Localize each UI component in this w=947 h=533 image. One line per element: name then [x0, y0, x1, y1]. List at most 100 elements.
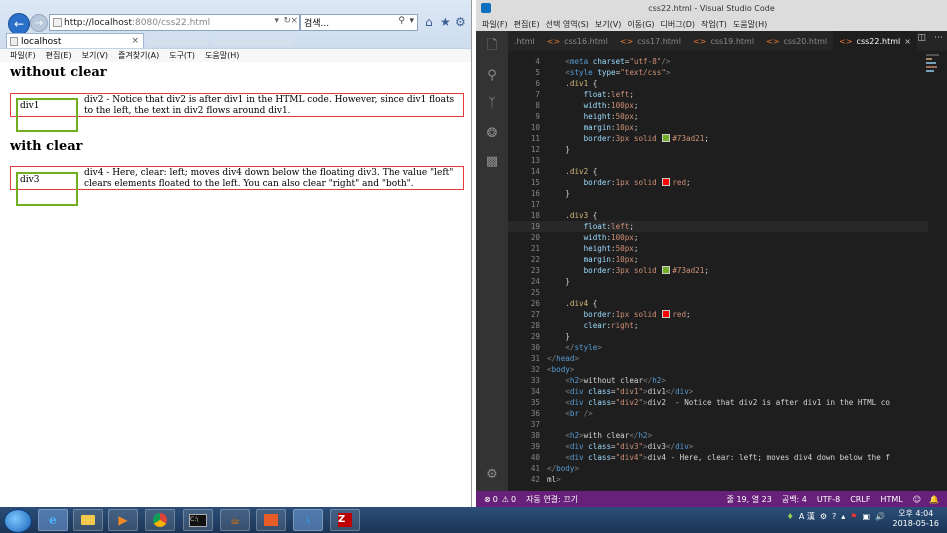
- code-line[interactable]: 29 }: [508, 331, 928, 342]
- source-control-icon[interactable]: ᛉ: [484, 95, 500, 111]
- vs-menu-selection[interactable]: 선택 영역(S): [546, 19, 589, 30]
- home-icon[interactable]: ⌂: [425, 15, 433, 29]
- display-icon[interactable]: ▣: [862, 512, 870, 521]
- tab-css20[interactable]: <> css20.html: [760, 31, 833, 51]
- code-line[interactable]: 21 height:50px;: [508, 243, 928, 254]
- code-line[interactable]: 31 </head>: [508, 353, 928, 364]
- more-actions-icon[interactable]: ⋯: [934, 33, 943, 43]
- code-line[interactable]: 33 <h2>without clear</h2>: [508, 375, 928, 386]
- ime-indicator[interactable]: A 漢: [799, 511, 815, 522]
- code-line[interactable]: 34 <div class="div1">div1</div>: [508, 386, 928, 397]
- show-hidden-icons[interactable]: ▴: [841, 512, 845, 521]
- warning-count[interactable]: 0: [511, 495, 516, 504]
- vs-menu-file[interactable]: 파일(F): [482, 19, 508, 30]
- error-count[interactable]: 0: [493, 495, 498, 504]
- code-line[interactable]: 38 <h2>with clear</h2>: [508, 430, 928, 441]
- vs-menu-tasks[interactable]: 작업(T): [701, 19, 727, 30]
- tab-css19[interactable]: <> css19.html: [687, 31, 760, 51]
- code-line[interactable]: 26 .div4 {: [508, 298, 928, 309]
- code-line[interactable]: 5 <style type="text/css">: [508, 67, 928, 78]
- search-dropdown-icon[interactable]: ▾: [409, 16, 414, 26]
- code-line[interactable]: 14 .div2 {: [508, 166, 928, 177]
- language-icon[interactable]: ♦: [787, 512, 794, 521]
- stop-icon[interactable]: ×: [290, 16, 298, 26]
- dropdown-icon[interactable]: ▾: [274, 16, 279, 26]
- error-icon[interactable]: ⊗: [484, 495, 491, 504]
- back-button[interactable]: ←: [8, 13, 30, 35]
- code-line[interactable]: 7 float:left;: [508, 89, 928, 100]
- vscode-taskbar-icon[interactable]: ⧷: [293, 509, 323, 531]
- code-line[interactable]: 37: [508, 419, 928, 430]
- vs-menu-debug[interactable]: 디버그(D): [661, 19, 695, 30]
- vs-menu-view[interactable]: 보기(V): [595, 19, 621, 30]
- code-line[interactable]: 11 border:3px solid #73ad21;: [508, 133, 928, 144]
- search-box[interactable]: 검색... ⚲ ▾: [300, 14, 418, 31]
- auto-attach-status[interactable]: 자동 연결: 끄기: [526, 494, 578, 505]
- cursor-position[interactable]: 줄 19, 열 23: [727, 494, 772, 505]
- eclipse-icon[interactable]: [256, 509, 286, 531]
- explorer-icon[interactable]: 🗋: [484, 38, 500, 55]
- code-line[interactable]: 23 border:3px solid #73ad21;: [508, 265, 928, 276]
- vs-menu-edit[interactable]: 편집(E): [514, 19, 540, 30]
- code-line[interactable]: 32 <body>: [508, 364, 928, 375]
- code-line[interactable]: 18 .div3 {: [508, 210, 928, 221]
- code-line[interactable]: 10 margin:10px;: [508, 122, 928, 133]
- code-line[interactable]: 28 clear:right;: [508, 320, 928, 331]
- close-tab-icon[interactable]: ×: [131, 36, 139, 46]
- inactive-tabs[interactable]: [148, 35, 308, 49]
- menu-file[interactable]: 파일(F): [10, 50, 36, 61]
- code-line[interactable]: 40 <div class="div4">div4 - Here, clear:…: [508, 452, 928, 463]
- code-line[interactable]: 12 }: [508, 144, 928, 155]
- help-tray-icon[interactable]: ?: [832, 512, 836, 521]
- filezilla-icon[interactable]: Z: [330, 509, 360, 531]
- tab-html[interactable]: .html: [508, 31, 541, 51]
- extensions-icon[interactable]: ▩: [484, 153, 500, 169]
- code-line[interactable]: 8 width:100px;: [508, 100, 928, 111]
- warning-icon[interactable]: ⚠: [502, 495, 509, 504]
- code-line[interactable]: 9 height:50px;: [508, 111, 928, 122]
- code-line[interactable]: 15 border:1px solid red;: [508, 177, 928, 188]
- menu-tools[interactable]: 도구(T): [169, 50, 195, 61]
- code-line[interactable]: 30 </style>: [508, 342, 928, 353]
- forward-button[interactable]: →: [30, 14, 48, 32]
- start-button[interactable]: [4, 509, 32, 533]
- code-line[interactable]: 17: [508, 199, 928, 210]
- code-line[interactable]: 4 <meta charset="utf-8"/>: [508, 56, 928, 67]
- code-line[interactable]: 13: [508, 155, 928, 166]
- code-line[interactable]: 20 width:100px;: [508, 232, 928, 243]
- code-line[interactable]: 16 }: [508, 188, 928, 199]
- code-line[interactable]: 35 <div class="div2">div2 - Notice that …: [508, 397, 928, 408]
- menu-view[interactable]: 보기(V): [82, 50, 108, 61]
- address-bar[interactable]: http://localhost:8080/css22.html ▾ ↻ ×: [49, 14, 300, 31]
- clock[interactable]: 오후 4:04 2018-05-16: [893, 509, 940, 529]
- code-editor[interactable]: 4 <meta charset="utf-8"/> 5 <style type="…: [508, 52, 947, 491]
- menu-edit[interactable]: 편집(E): [46, 50, 72, 61]
- language-mode[interactable]: HTML: [880, 495, 902, 504]
- file-encoding[interactable]: UTF-8: [817, 495, 840, 504]
- command-prompt-icon[interactable]: C:\: [183, 509, 213, 531]
- code-line[interactable]: 27 border:1px solid red;: [508, 309, 928, 320]
- line-ending[interactable]: CRLF: [850, 495, 870, 504]
- code-line[interactable]: 36 <br />: [508, 408, 928, 419]
- menu-help[interactable]: 도움말(H): [205, 50, 239, 61]
- code-line[interactable]: 39 <div class="div3">div3</div>: [508, 441, 928, 452]
- tab-css16[interactable]: <> css16.html: [541, 31, 614, 51]
- search-icon[interactable]: ⚲: [398, 16, 405, 26]
- code-line[interactable]: 19 float:left;: [508, 221, 928, 232]
- vs-menu-go[interactable]: 이동(G): [627, 19, 654, 30]
- feedback-smiley-icon[interactable]: ☺: [913, 495, 921, 504]
- tab-css17[interactable]: <> css17.html: [614, 31, 687, 51]
- code-line[interactable]: 6 .div1 {: [508, 78, 928, 89]
- network-icon[interactable]: ⚑: [850, 512, 857, 521]
- gear-icon[interactable]: ⚙: [455, 15, 466, 29]
- menu-favorites[interactable]: 즐겨찾기(A): [118, 50, 159, 61]
- chrome-icon[interactable]: [145, 509, 175, 531]
- search-icon[interactable]: ⚲: [484, 67, 500, 83]
- close-tab-icon[interactable]: ×: [904, 37, 911, 46]
- indent-spaces[interactable]: 공백: 4: [782, 494, 807, 505]
- favorites-star-icon[interactable]: ★: [440, 15, 451, 29]
- tab-css22[interactable]: <> css22.html ×: [833, 31, 917, 51]
- settings-gear-icon[interactable]: ⚙: [484, 466, 500, 482]
- vs-menu-help[interactable]: 도움말(H): [733, 19, 767, 30]
- debug-icon[interactable]: ❂: [484, 125, 500, 141]
